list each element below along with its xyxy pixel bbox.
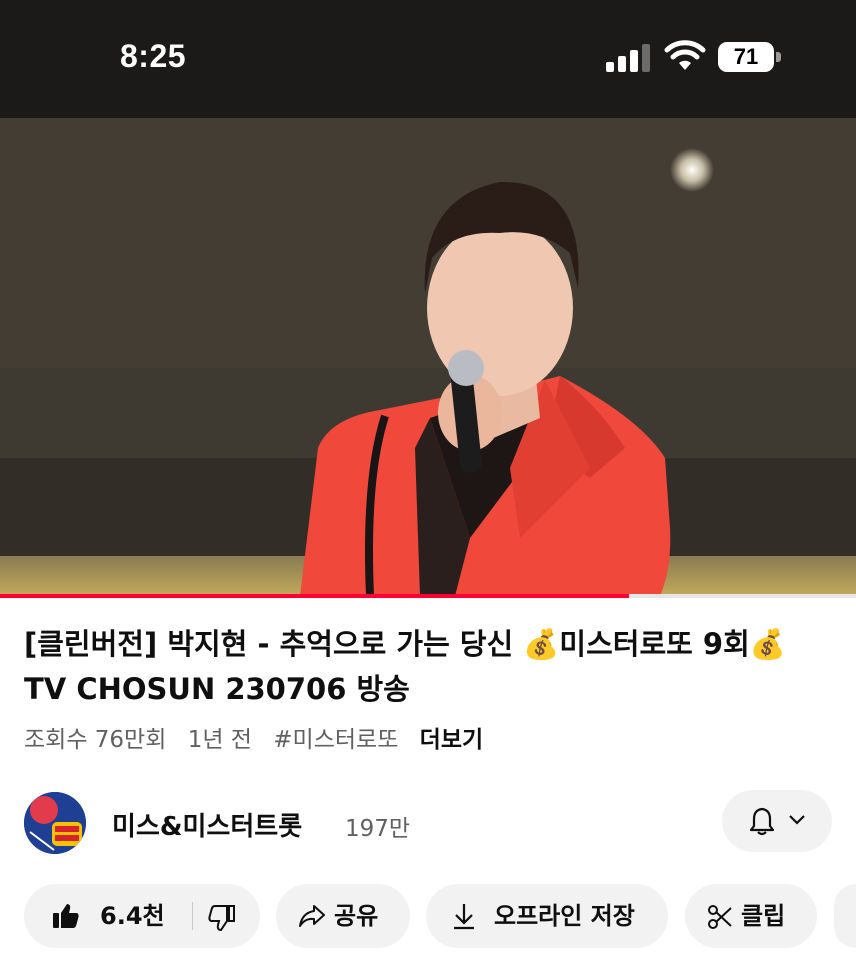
more-button[interactable]: 더보기 — [420, 727, 483, 753]
like-dislike-group: 6.4천 — [24, 884, 260, 948]
scissors-icon — [708, 905, 732, 929]
battery-level: 71 — [718, 42, 774, 72]
wifi-icon — [664, 40, 706, 70]
share-button[interactable]: 공유 — [276, 884, 410, 948]
chevron-down-icon — [789, 815, 805, 825]
clip-button[interactable]: 클립 — [685, 884, 817, 948]
progress-bar[interactable] — [0, 594, 856, 598]
like-count[interactable]: 6.4천 — [100, 884, 165, 948]
channel-name[interactable]: 미스&미스터트롯 — [112, 806, 302, 843]
bell-icon — [749, 807, 775, 836]
share-icon — [299, 905, 325, 927]
share-label: 공유 — [334, 902, 379, 930]
hashtag-link[interactable]: #미스터로또 — [273, 727, 398, 753]
view-count: 조회수 76만회 — [24, 727, 167, 753]
upload-age: 1년 전 — [187, 727, 252, 753]
clip-label: 클립 — [741, 902, 786, 930]
signal-icon — [606, 44, 650, 72]
download-button[interactable]: 오프라인 저장 — [426, 884, 668, 948]
video-player[interactable] — [0, 118, 856, 596]
like-icon[interactable] — [52, 902, 80, 930]
progress-fill — [0, 594, 630, 598]
download-label: 오프라인 저장 — [494, 902, 635, 930]
status-time: 8:25 — [120, 38, 187, 74]
download-icon — [454, 904, 474, 930]
video-title[interactable]: [클린버전] 박지현 - 추억으로 가는 당신 💰미스터로또 9회💰 TV CH… — [24, 622, 834, 712]
channel-row[interactable]: 미스&미스터트롯 197만 — [0, 790, 856, 860]
dislike-icon[interactable] — [208, 904, 236, 932]
action-bar: 6.4천 공유 오프라인 저장 클립 — [0, 884, 856, 950]
more-actions-button[interactable] — [834, 884, 856, 948]
channel-avatar[interactable] — [24, 792, 86, 854]
video-frame — [0, 118, 856, 596]
video-meta[interactable]: 조회수 76만회 1년 전 #미스터로또 더보기 — [24, 720, 497, 754]
battery-icon: 71 — [718, 42, 782, 72]
status-bar: 8:25 71 — [0, 0, 856, 118]
notification-button[interactable] — [722, 790, 832, 852]
subscriber-count: 197만 — [345, 816, 411, 842]
